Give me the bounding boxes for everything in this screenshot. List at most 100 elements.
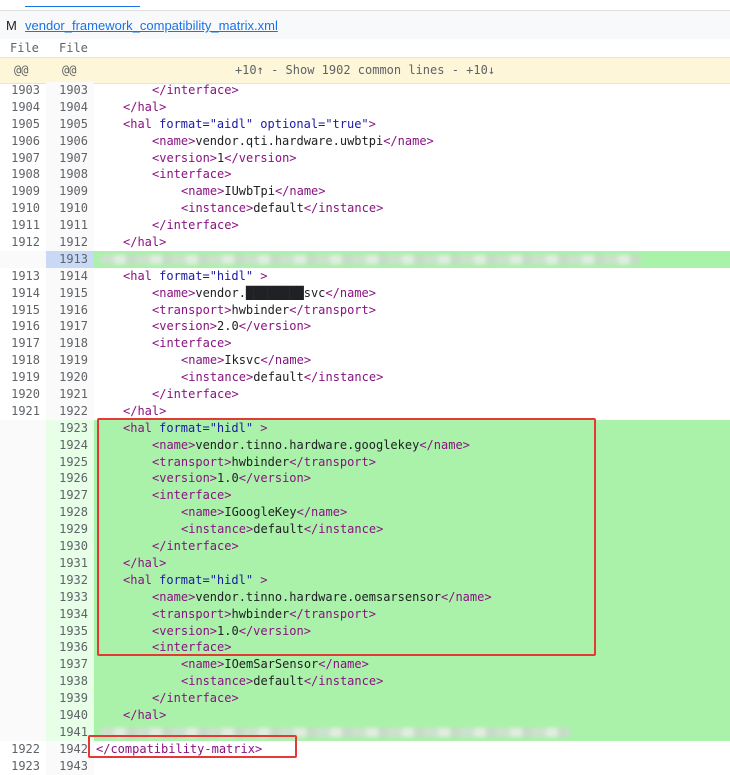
left-line-number[interactable]: 1912 bbox=[10, 234, 40, 251]
redacted-line bbox=[100, 254, 640, 264]
right-line-number[interactable]: 1924 bbox=[58, 437, 88, 454]
show-common-lines-button[interactable]: +10↑ - Show 1902 common lines - +10↓ bbox=[0, 63, 730, 77]
right-line-number[interactable]: 1906 bbox=[58, 133, 88, 150]
right-line-number[interactable]: 1940 bbox=[58, 707, 88, 724]
right-line-number[interactable]: 1914 bbox=[58, 268, 88, 285]
left-line-number[interactable]: 1906 bbox=[10, 133, 40, 150]
right-line-number[interactable]: 1909 bbox=[58, 183, 88, 200]
right-line-number[interactable]: 1935 bbox=[58, 623, 88, 640]
code-line: </hal> bbox=[94, 99, 730, 116]
right-line-number[interactable]: 1918 bbox=[58, 335, 88, 352]
right-line-number[interactable]: 1928 bbox=[58, 504, 88, 521]
xml-tag: <name> bbox=[181, 657, 225, 672]
left-line-number[interactable]: 1911 bbox=[10, 217, 40, 234]
left-line-number[interactable]: 1904 bbox=[10, 99, 40, 116]
right-line-number[interactable]: 1920 bbox=[58, 369, 88, 386]
left-line-number[interactable]: 1909 bbox=[10, 183, 40, 200]
code-line: <hal format="aidl" optional="true"> bbox=[94, 116, 730, 133]
xml-tag: <interface> bbox=[152, 336, 232, 351]
code-line: <name>vendor.████████svc</name> bbox=[94, 285, 730, 302]
xml-tag: <name> bbox=[181, 184, 225, 199]
right-line-number[interactable]: 1921 bbox=[58, 386, 88, 403]
diff-line: 1937 <name>IOemSarSensor</name> bbox=[0, 656, 730, 674]
right-line-number[interactable]: 1925 bbox=[58, 454, 88, 471]
diff-line: 1916 1917 <version>2.0</version> bbox=[0, 318, 730, 336]
xml-attribute: "true" bbox=[325, 116, 369, 131]
previous-file-link[interactable] bbox=[25, 0, 140, 7]
diff-line: 1913 bbox=[0, 250, 730, 268]
right-line-number[interactable]: 1930 bbox=[58, 538, 88, 555]
xml-tag: <instance> bbox=[181, 201, 254, 216]
left-line-number[interactable]: 1917 bbox=[10, 335, 40, 352]
right-line-number[interactable]: 1934 bbox=[58, 606, 88, 623]
code-line: <name>IOemSarSensor</name> bbox=[94, 656, 730, 674]
left-line-number[interactable]: 1921 bbox=[10, 403, 40, 420]
right-line-number[interactable]: 1927 bbox=[58, 487, 88, 504]
left-line-number[interactable]: 1903 bbox=[10, 82, 40, 99]
highlight-box-added-hals bbox=[97, 418, 596, 656]
right-line-number[interactable]: 1923 bbox=[58, 420, 88, 437]
right-line-number[interactable]: 1912 bbox=[58, 234, 88, 251]
left-line-number[interactable]: 1923 bbox=[10, 758, 40, 775]
right-line-number[interactable]: 1933 bbox=[58, 589, 88, 606]
code-line: <interface> bbox=[94, 335, 730, 352]
xml-tag: </name> bbox=[383, 133, 434, 148]
diff-line: 1914 1915 <name>vendor.████████svc</name> bbox=[0, 284, 730, 302]
xml-tag: <transport> bbox=[152, 302, 232, 317]
diff-line: 1907 1907 <version>1</version> bbox=[0, 149, 730, 167]
right-line-number[interactable]: 1943 bbox=[58, 758, 88, 775]
right-line-number[interactable]: 1904 bbox=[58, 99, 88, 116]
left-line-number[interactable]: 1919 bbox=[10, 369, 40, 386]
right-line-number[interactable]: 1907 bbox=[58, 150, 88, 167]
xml-tag: </interface> bbox=[152, 387, 239, 402]
right-line-number[interactable]: 1919 bbox=[58, 352, 88, 369]
right-line-number[interactable]: 1911 bbox=[58, 217, 88, 234]
file-name-link[interactable]: vendor_framework_compatibility_matrix.xm… bbox=[25, 18, 278, 33]
right-line-number[interactable]: 1926 bbox=[58, 470, 88, 487]
right-line-number[interactable]: 1915 bbox=[58, 285, 88, 302]
right-line-number[interactable]: 1908 bbox=[58, 166, 88, 183]
diff-line: 1917 1918 <interface> bbox=[0, 335, 730, 353]
xml-tag: <interface> bbox=[152, 167, 232, 182]
left-line-number[interactable]: 1913 bbox=[10, 268, 40, 285]
right-line-number[interactable]: 1932 bbox=[58, 572, 88, 589]
left-line-number[interactable]: 1916 bbox=[10, 318, 40, 335]
right-line-number[interactable]: 1905 bbox=[58, 116, 88, 133]
right-line-number[interactable]: 1936 bbox=[58, 639, 88, 656]
xml-tag: </hal> bbox=[123, 707, 167, 722]
xml-tag: <name> bbox=[181, 353, 225, 368]
diff-line: 1905 1905 <hal format="aidl" optional="tru… bbox=[0, 115, 730, 133]
right-line-number[interactable]: 1913 bbox=[58, 251, 88, 268]
left-line-number[interactable]: 1907 bbox=[10, 150, 40, 167]
left-line-number[interactable]: 1915 bbox=[10, 302, 40, 319]
diff-line: 1912 1912 </hal> bbox=[0, 234, 730, 251]
right-line-number[interactable]: 1941 bbox=[58, 724, 88, 741]
right-line-number[interactable]: 1937 bbox=[58, 656, 88, 673]
left-line-number[interactable]: 1908 bbox=[10, 166, 40, 183]
code-line: <transport>hwbinder</transport> bbox=[94, 302, 730, 319]
right-line-number[interactable]: 1942 bbox=[58, 741, 88, 758]
left-line-number[interactable]: 1918 bbox=[10, 352, 40, 369]
right-line-number[interactable]: 1922 bbox=[58, 403, 88, 420]
diff-line: 1939 </interface> bbox=[0, 690, 730, 707]
left-line-number[interactable]: 1914 bbox=[10, 285, 40, 302]
right-line-number[interactable]: 1929 bbox=[58, 521, 88, 538]
left-line-number[interactable]: 1922 bbox=[10, 741, 40, 758]
left-line-number[interactable]: 1910 bbox=[10, 200, 40, 217]
right-line-number[interactable]: 1938 bbox=[58, 673, 88, 690]
right-line-number[interactable]: 1931 bbox=[58, 555, 88, 572]
left-line-number[interactable]: 1905 bbox=[10, 116, 40, 133]
right-line-number[interactable]: 1916 bbox=[58, 302, 88, 319]
right-line-number[interactable]: 1910 bbox=[58, 200, 88, 217]
code-line: <instance>default</instance> bbox=[94, 673, 730, 691]
xml-text: 2.0 bbox=[217, 319, 239, 334]
right-line-number[interactable]: 1903 bbox=[58, 82, 88, 99]
skipped-lines-bar: @@ @@ +10↑ - Show 1902 common lines - +1… bbox=[0, 57, 730, 84]
top-strip bbox=[0, 0, 730, 10]
left-line-number[interactable]: 1920 bbox=[10, 386, 40, 403]
xml-tag: </instance> bbox=[303, 201, 384, 216]
right-line-number[interactable]: 1939 bbox=[58, 690, 88, 707]
diff-line: 1906 1906 <name>vendor.qti.hardware.uwbtpi… bbox=[0, 132, 730, 150]
right-line-number[interactable]: 1917 bbox=[58, 318, 88, 335]
